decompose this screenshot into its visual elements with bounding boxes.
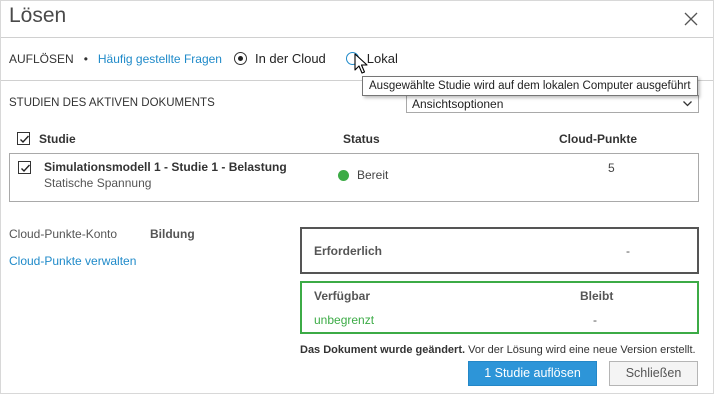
study-type: Statische Spannung xyxy=(44,176,152,190)
mouse-cursor-icon xyxy=(354,53,368,80)
view-options-value: Ansichtsoptionen xyxy=(412,97,504,111)
study-name: Simulationsmodell 1 - Studie 1 - Belastu… xyxy=(44,160,287,174)
close-button[interactable]: Schließen xyxy=(609,361,698,386)
chevron-down-icon xyxy=(682,98,693,112)
remaining-header: Bleibt xyxy=(580,289,614,303)
separator: • xyxy=(83,51,88,66)
radio-local-label: Lokal xyxy=(366,51,398,66)
document-changed-notice: Das Dokument wurde geändert. Vor der Lös… xyxy=(300,344,696,356)
study-status-label: Bereit xyxy=(357,168,389,182)
header-cloud-points: Cloud-Punkte xyxy=(559,132,637,146)
notice-text: Vor der Lösung wird eine neue Version er… xyxy=(465,344,696,356)
study-checkbox[interactable] xyxy=(18,161,31,174)
available-box: Verfügbar Bleibt unbegrenzt - xyxy=(300,281,699,334)
dialog-title: Lösen xyxy=(9,4,67,27)
view-options-select[interactable]: Ansichtsoptionen xyxy=(406,95,699,113)
account-label: Cloud-Punkte-Konto xyxy=(9,227,118,241)
solve-mode-bar: AUFLÖSEN • Häufig gestellte Fragen In de… xyxy=(9,51,398,66)
account-value: Bildung xyxy=(150,227,195,241)
required-value: - xyxy=(626,244,630,258)
available-value: unbegrenzt xyxy=(314,313,375,327)
solve-studies-button[interactable]: 1 Studie auflösen xyxy=(468,361,597,386)
close-icon[interactable] xyxy=(683,11,699,27)
study-status: Bereit xyxy=(338,168,388,182)
radio-selected-icon xyxy=(233,52,247,65)
required-label: Erforderlich xyxy=(314,244,383,258)
available-header: Verfügbar xyxy=(314,289,371,303)
select-all-checkbox[interactable] xyxy=(17,132,30,145)
required-box: Erforderlich - xyxy=(300,227,699,274)
study-row[interactable]: Simulationsmodell 1 - Studie 1 - Belastu… xyxy=(9,153,699,202)
header-status: Status xyxy=(343,132,380,146)
remaining-value: - xyxy=(593,313,597,327)
notice-bold: Das Dokument wurde geändert. xyxy=(300,344,466,356)
header-study: Studie xyxy=(39,132,76,146)
local-tooltip: Ausgewählte Studie wird auf dem lokalen … xyxy=(362,76,698,96)
faq-link[interactable]: Häufig gestellte Fragen xyxy=(98,52,222,66)
radio-cloud[interactable]: In der Cloud xyxy=(233,51,326,66)
solve-dialog: Lösen AUFLÖSEN • Häufig gestellte Fragen… xyxy=(0,0,714,394)
study-cloud-points: 5 xyxy=(608,161,615,175)
checkbox-checked-icon xyxy=(20,135,30,144)
solve-label: AUFLÖSEN xyxy=(9,51,74,66)
checkbox-checked-icon xyxy=(21,164,31,173)
radio-cloud-label: In der Cloud xyxy=(254,51,326,66)
manage-points-link[interactable]: Cloud-Punkte verwalten xyxy=(9,254,136,268)
studies-section-label: STUDIEN DES AKTIVEN DOKUMENTS xyxy=(9,97,215,109)
title-divider xyxy=(1,37,713,38)
status-ready-icon xyxy=(338,169,349,181)
